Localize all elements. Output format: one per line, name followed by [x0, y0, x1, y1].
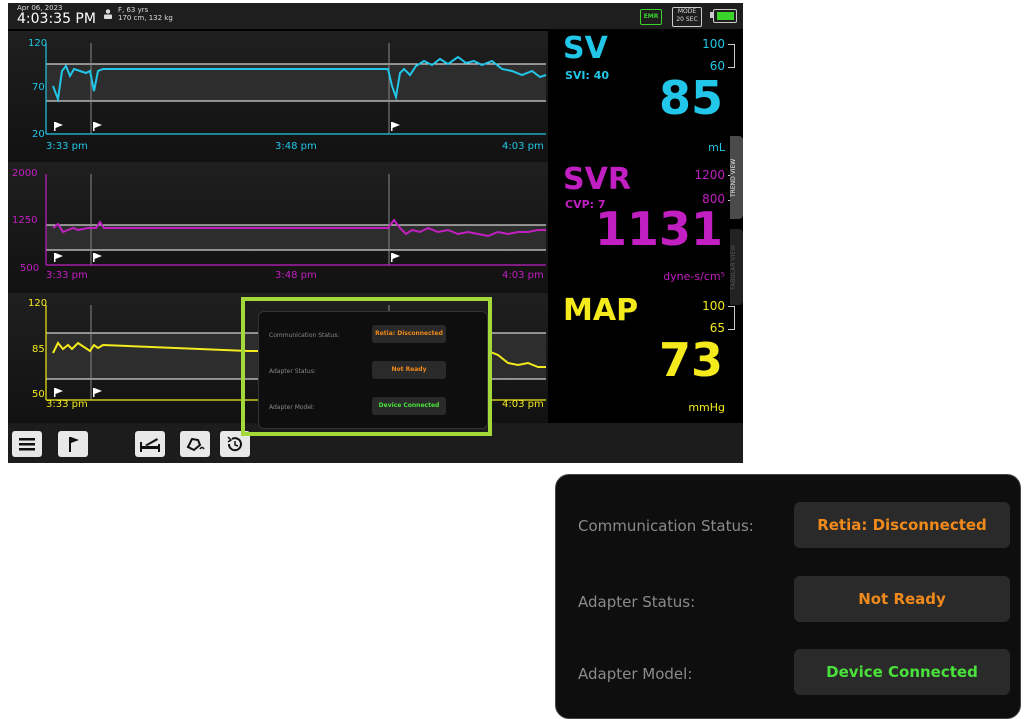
- map-time-end: 4:03 pm: [502, 399, 544, 410]
- sv-flag-1-pole: [54, 122, 56, 131]
- sv-flag-2-pennant: [94, 122, 102, 128]
- svi-value: SVI: 40: [565, 69, 610, 82]
- mode-value: 20 SEC: [676, 16, 698, 23]
- map-parameter-tile[interactable]: MAP 100 65 73 mmHg: [555, 293, 743, 426]
- map-axis-mid: 85: [32, 344, 45, 355]
- battery-icon: [713, 9, 737, 23]
- svr-unit: dyne-s/cm⁵: [663, 270, 725, 283]
- svr-axis-max: 2000: [12, 168, 38, 179]
- patient-position-button[interactable]: [135, 431, 165, 457]
- sv-flag-3-pennant: [392, 122, 400, 128]
- svr-time-start: 3:33 pm: [46, 270, 88, 281]
- svr-name: SVR: [563, 162, 631, 197]
- map-flag-2-pole: [93, 388, 95, 397]
- map-name: MAP: [563, 293, 639, 328]
- sv-flag-2-pole: [93, 122, 95, 131]
- zero-pressure-button[interactable]: [180, 431, 210, 457]
- sv-flag-3-pole: [391, 122, 393, 131]
- svr-flag-1-pole: [54, 253, 56, 262]
- sv-trend-panel[interactable]: 120 70 20 3:33 pm 3:48 pm 4:03 pm: [8, 31, 548, 164]
- trend-view-tab[interactable]: TREND VIEW: [730, 136, 743, 219]
- svr-flag-1: [54, 253, 63, 262]
- sv-flag-1: [54, 122, 63, 131]
- sv-parameter-tile[interactable]: SV SVI: 40 100 60 85 mL: [555, 31, 743, 164]
- map-value: 73: [658, 333, 723, 387]
- svr-parameter-tile[interactable]: SVR CVP: 7 1200 800 1131 dyne-s/cm⁵: [555, 162, 743, 295]
- device-status-popup-zoom: Communication Status: Retia: Disconnecte…: [555, 474, 1021, 719]
- status-bar: Apr 06, 2023 4:03:35 PM F, 63 yrs 170 cm…: [8, 3, 743, 29]
- map-flag-1: [54, 388, 63, 397]
- sv-axis-max: 120: [28, 38, 48, 49]
- svr-flag-2-pole: [93, 253, 95, 262]
- zoom-adapter-status-label: Adapter Status:: [578, 593, 696, 611]
- pressure-zero-icon: [186, 437, 205, 452]
- sv-flag-3: [391, 122, 400, 131]
- svr-flag-2: [93, 253, 102, 262]
- patient-demographics[interactable]: F, 63 yrs: [118, 6, 148, 14]
- map-limit-bracket: [728, 306, 735, 330]
- sv-limit-high: 100: [702, 37, 725, 51]
- sv-time-end: 4:03 pm: [502, 141, 544, 152]
- flag-icon: [69, 437, 79, 452]
- sv-flag-2: [93, 122, 102, 131]
- svr-time-end: 4:03 pm: [502, 270, 544, 281]
- sv-time-mid: 3:48 pm: [275, 141, 317, 152]
- svr-value: 1131: [594, 202, 723, 256]
- patient-icon[interactable]: [103, 9, 113, 19]
- sv-time-start: 3:33 pm: [46, 141, 88, 152]
- sv-name: SV: [563, 31, 608, 66]
- highlight-box: [241, 297, 492, 436]
- svr-time-mid: 3:48 pm: [275, 270, 317, 281]
- map-limit-high: 100: [702, 299, 725, 313]
- patient-measurements[interactable]: 170 cm, 132 kg: [118, 14, 173, 22]
- intervention-flag-button[interactable]: [58, 431, 88, 457]
- sv-axis-mid: 70: [32, 82, 45, 93]
- zoom-adapter-model-value: Device Connected: [794, 649, 1010, 695]
- map-axis-max: 120: [28, 298, 48, 309]
- map-time-start: 3:33 pm: [46, 399, 88, 410]
- menu-icon: [19, 438, 35, 451]
- emr-icon[interactable]: EMR: [640, 9, 662, 25]
- battery-level-fill: [717, 12, 734, 20]
- zoom-communication-status-label: Communication Status:: [578, 517, 754, 535]
- map-flag-2: [93, 388, 102, 397]
- map-axis-min: 50: [32, 389, 45, 400]
- tabular-view-tab[interactable]: TABULAR VIEW: [730, 229, 743, 305]
- svr-limit-high: 1200: [694, 168, 725, 182]
- svr-axis-mid: 1250: [12, 215, 38, 226]
- map-flag-2-pennant: [94, 388, 102, 394]
- map-flag-1-pennant: [55, 388, 63, 394]
- zoom-communication-status-value: Retia: Disconnected: [794, 502, 1010, 548]
- sv-flag-1-pennant: [55, 122, 63, 128]
- svr-trend-panel[interactable]: 2000 1250 500 3:33 pm 3:48 pm 4:03 pm: [8, 162, 548, 295]
- sv-unit: mL: [708, 141, 725, 154]
- zoom-adapter-model-label: Adapter Model:: [578, 665, 693, 683]
- mode-indicator[interactable]: MODE 20 SEC: [672, 7, 702, 27]
- map-unit: mmHg: [688, 401, 725, 414]
- svr-flag-2-pennant: [94, 253, 102, 259]
- svr-flag-1-pennant: [55, 253, 63, 259]
- bed-icon: [140, 438, 160, 452]
- menu-button[interactable]: [12, 431, 42, 457]
- map-flag-1-pole: [54, 388, 56, 397]
- svr-flag-3-pennant: [392, 253, 400, 259]
- sv-limit-bracket: [728, 44, 735, 68]
- mode-label: MODE: [677, 8, 697, 15]
- sv-value: 85: [658, 71, 723, 125]
- svr-flag-3: [391, 253, 400, 262]
- zoom-adapter-status-value: Not Ready: [794, 576, 1010, 622]
- sv-axis-min: 20: [32, 129, 45, 140]
- clock-label: 4:03:35 PM: [17, 11, 96, 27]
- svr-flag-3-pole: [391, 253, 393, 262]
- svr-axis-min: 500: [20, 263, 40, 274]
